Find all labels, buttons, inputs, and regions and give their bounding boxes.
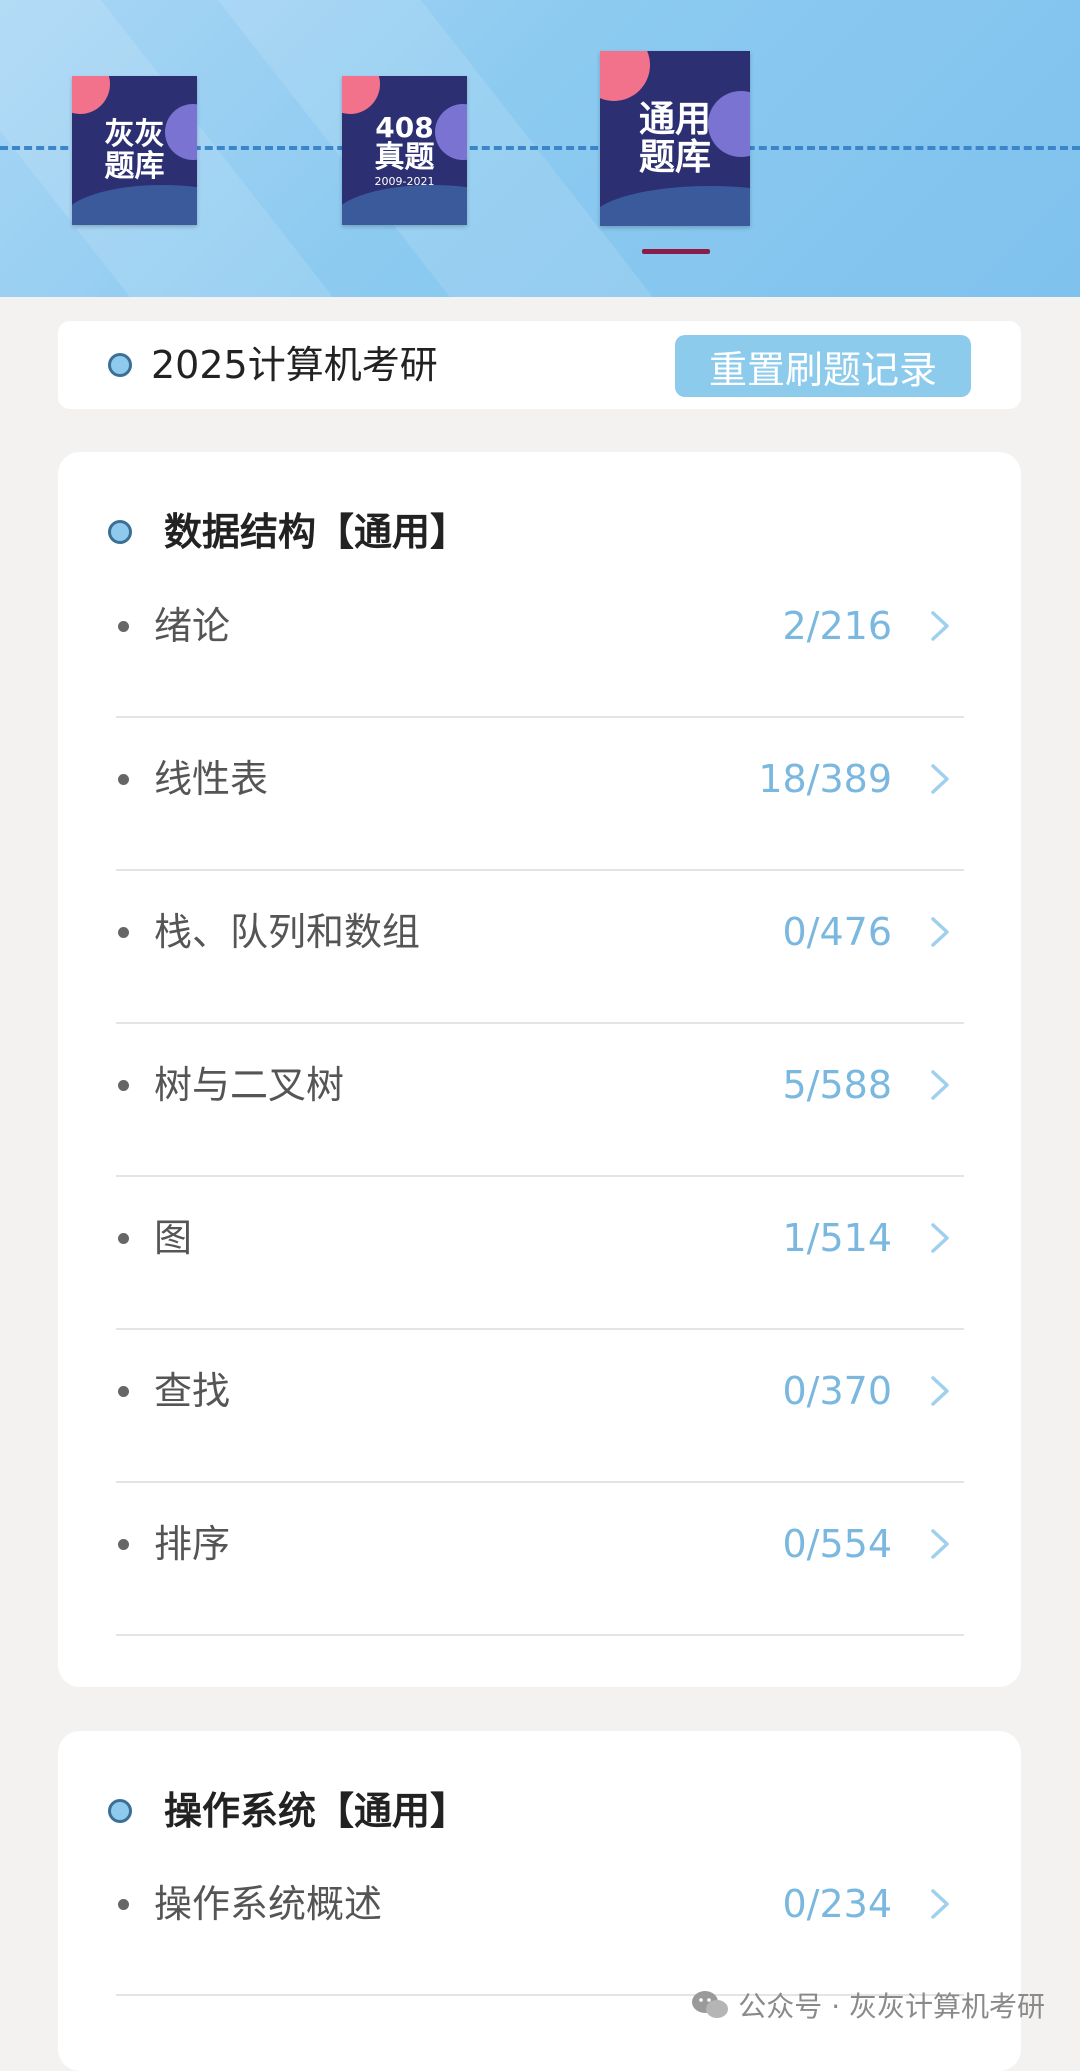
item-progress: 18/389 (758, 757, 892, 801)
list-item[interactable]: 栈、队列和数组 0/476 (116, 871, 964, 1024)
reset-record-button[interactable]: 重置刷题记录 (675, 335, 971, 397)
bullet-icon (118, 1539, 129, 1550)
tile-decoration (72, 185, 197, 225)
chevron-right-icon (931, 1070, 949, 1100)
list-item[interactable]: 查找 0/370 (116, 1330, 964, 1483)
item-label: 查找 (154, 1369, 231, 1413)
watermark: 公众号 · 灰灰计算机考研 (690, 1985, 1045, 2025)
tile-decoration (165, 104, 197, 160)
item-label: 树与二叉树 (154, 1063, 345, 1107)
section-dot-icon (108, 520, 132, 544)
item-label: 栈、队列和数组 (154, 910, 421, 954)
item-label: 操作系统概述 (154, 1882, 383, 1926)
tile-decoration (600, 186, 750, 226)
row-divider (116, 1634, 964, 1636)
list-item[interactable]: 操作系统概述 0/234 (116, 1843, 964, 1996)
section-title: 数据结构【通用】 (164, 510, 469, 554)
tile-line1: 灰灰 (104, 117, 165, 152)
list-item[interactable]: 绪论 2/216 (116, 565, 964, 718)
tile-decoration (708, 91, 750, 157)
tab-general-bank[interactable]: 通用 题库 (600, 51, 750, 226)
tile-line2: 真题 (374, 139, 435, 175)
list-item[interactable]: 排序 0/554 (116, 1483, 964, 1636)
bullet-icon (118, 621, 129, 632)
tile-decoration (600, 51, 650, 101)
item-progress: 0/554 (782, 1522, 892, 1566)
tile-line1: 408 (375, 110, 434, 144)
bullet-icon (118, 1386, 129, 1397)
exam-title: 2025计算机考研 (151, 343, 438, 387)
item-label: 排序 (154, 1522, 231, 1566)
bullet-icon (118, 1080, 129, 1091)
list-item[interactable]: 线性表 18/389 (116, 718, 964, 871)
header-banner: 灰灰 题库 408 真题 2009-2021 通用 题库 (0, 0, 1080, 297)
tile-subtitle: 2009-2021 (374, 175, 435, 189)
bullet-icon (118, 927, 129, 938)
tile-line2: 题库 (104, 148, 165, 184)
tab-408-exams[interactable]: 408 真题 2009-2021 (342, 76, 467, 225)
tile-decoration (342, 76, 380, 114)
bullet-icon (118, 774, 129, 785)
list-item[interactable]: 树与二叉树 5/588 (116, 1024, 964, 1177)
tile-line1: 通用 (638, 98, 711, 140)
chevron-right-icon (931, 1223, 949, 1253)
tile-decoration (72, 76, 110, 114)
section-title: 操作系统【通用】 (164, 1789, 469, 1833)
item-progress: 2/216 (782, 604, 892, 648)
chevron-right-icon (931, 611, 949, 641)
item-progress: 0/234 (782, 1882, 892, 1926)
item-progress: 1/514 (782, 1216, 892, 1260)
item-progress: 0/370 (782, 1369, 892, 1413)
chevron-right-icon (931, 1376, 949, 1406)
tile-decoration (342, 185, 467, 225)
item-label: 图 (154, 1216, 193, 1260)
chevron-right-icon (931, 1529, 949, 1559)
watermark-text: 公众号 · 灰灰计算机考研 (738, 1990, 1045, 2023)
section-dot-icon (108, 353, 132, 377)
item-progress: 5/588 (782, 1063, 892, 1107)
wechat-icon (692, 1991, 729, 2018)
tile-decoration (435, 104, 467, 160)
tile-line2: 题库 (638, 136, 711, 178)
bullet-icon (118, 1899, 129, 1910)
chevron-right-icon (931, 764, 949, 794)
item-progress: 0/476 (782, 910, 892, 954)
chevron-right-icon (931, 1889, 949, 1919)
tab-huihui-bank[interactable]: 灰灰 题库 (72, 76, 197, 225)
exam-selector-card: 2025计算机考研 重置刷题记录 (58, 321, 1021, 409)
list-item[interactable]: 图 1/514 (116, 1177, 964, 1330)
chevron-right-icon (931, 917, 949, 947)
section-dot-icon (108, 1799, 132, 1823)
active-tab-indicator (642, 249, 710, 254)
item-label: 绪论 (154, 604, 231, 648)
item-label: 线性表 (154, 757, 269, 801)
bullet-icon (118, 1233, 129, 1244)
